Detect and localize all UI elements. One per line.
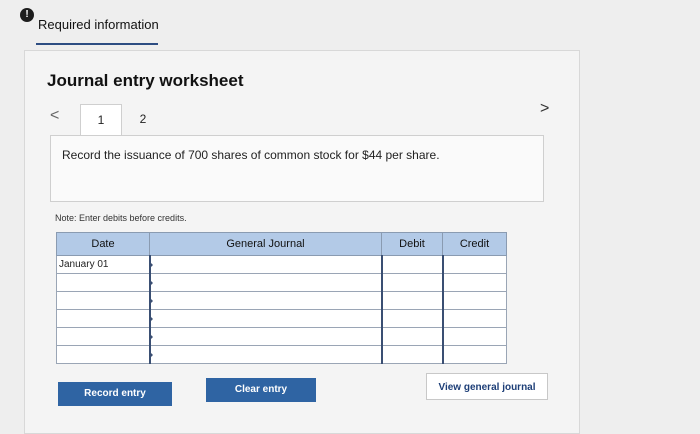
table-row bbox=[56, 345, 507, 364]
account-cell[interactable] bbox=[148, 291, 382, 310]
debit-header: Debit bbox=[381, 232, 443, 256]
credit-cell[interactable] bbox=[441, 291, 507, 310]
credit-cell[interactable] bbox=[441, 327, 507, 346]
credit-cell[interactable] bbox=[441, 309, 507, 328]
date-cell[interactable] bbox=[56, 309, 150, 328]
account-cell[interactable] bbox=[148, 327, 382, 346]
table-row bbox=[56, 327, 507, 346]
date-cell[interactable] bbox=[56, 327, 150, 346]
caret-right-icon bbox=[149, 261, 153, 268]
debit-cell[interactable] bbox=[380, 273, 443, 292]
table-header-row: Date General Journal Debit Credit bbox=[56, 232, 507, 256]
next-arrow-icon[interactable]: > bbox=[540, 100, 549, 118]
general-journal-header: General Journal bbox=[149, 232, 382, 256]
table-row bbox=[56, 291, 507, 310]
date-header: Date bbox=[56, 232, 150, 256]
tab-1[interactable]: 1 bbox=[80, 104, 122, 136]
caret-right-icon bbox=[149, 351, 153, 358]
note-text: Note: Enter debits before credits. bbox=[55, 213, 187, 223]
account-cell[interactable] bbox=[148, 255, 382, 274]
journal-table: Date General Journal Debit Credit Januar… bbox=[56, 232, 507, 364]
prompt-box bbox=[50, 135, 544, 202]
caret-right-icon bbox=[149, 279, 153, 286]
required-information-label[interactable]: Required information bbox=[38, 17, 159, 32]
account-cell[interactable] bbox=[148, 273, 382, 292]
debit-cell[interactable] bbox=[380, 255, 443, 274]
tab-2[interactable]: 2 bbox=[122, 104, 164, 136]
record-entry-button[interactable]: Record entry bbox=[58, 382, 172, 406]
credit-cell[interactable] bbox=[441, 255, 507, 274]
alert-icon: ! bbox=[20, 8, 34, 22]
clear-entry-button[interactable]: Clear entry bbox=[206, 378, 316, 402]
debit-cell[interactable] bbox=[380, 291, 443, 310]
date-cell[interactable]: January 01 bbox=[56, 255, 150, 274]
date-cell[interactable] bbox=[56, 291, 150, 310]
date-cell[interactable] bbox=[56, 345, 150, 364]
table-row bbox=[56, 309, 507, 328]
debit-cell[interactable] bbox=[380, 345, 443, 364]
debit-cell[interactable] bbox=[380, 309, 443, 328]
account-cell[interactable] bbox=[148, 309, 382, 328]
table-row: January 01 bbox=[56, 255, 507, 274]
credit-cell[interactable] bbox=[441, 273, 507, 292]
credit-header: Credit bbox=[442, 232, 507, 256]
date-cell[interactable] bbox=[56, 273, 150, 292]
view-general-journal-button[interactable]: View general journal bbox=[426, 373, 548, 400]
required-information-bar: ! Required information bbox=[0, 0, 700, 48]
prev-arrow-icon[interactable]: < bbox=[50, 107, 59, 125]
prompt-text: Record the issuance of 700 shares of com… bbox=[62, 148, 440, 162]
credit-cell[interactable] bbox=[441, 345, 507, 364]
info-underline bbox=[36, 43, 158, 45]
debit-cell[interactable] bbox=[380, 327, 443, 346]
caret-right-icon bbox=[149, 315, 153, 322]
worksheet-title: Journal entry worksheet bbox=[47, 71, 244, 90]
account-cell[interactable] bbox=[148, 345, 382, 364]
table-row bbox=[56, 273, 507, 292]
caret-right-icon bbox=[149, 297, 153, 304]
caret-right-icon bbox=[149, 333, 153, 340]
